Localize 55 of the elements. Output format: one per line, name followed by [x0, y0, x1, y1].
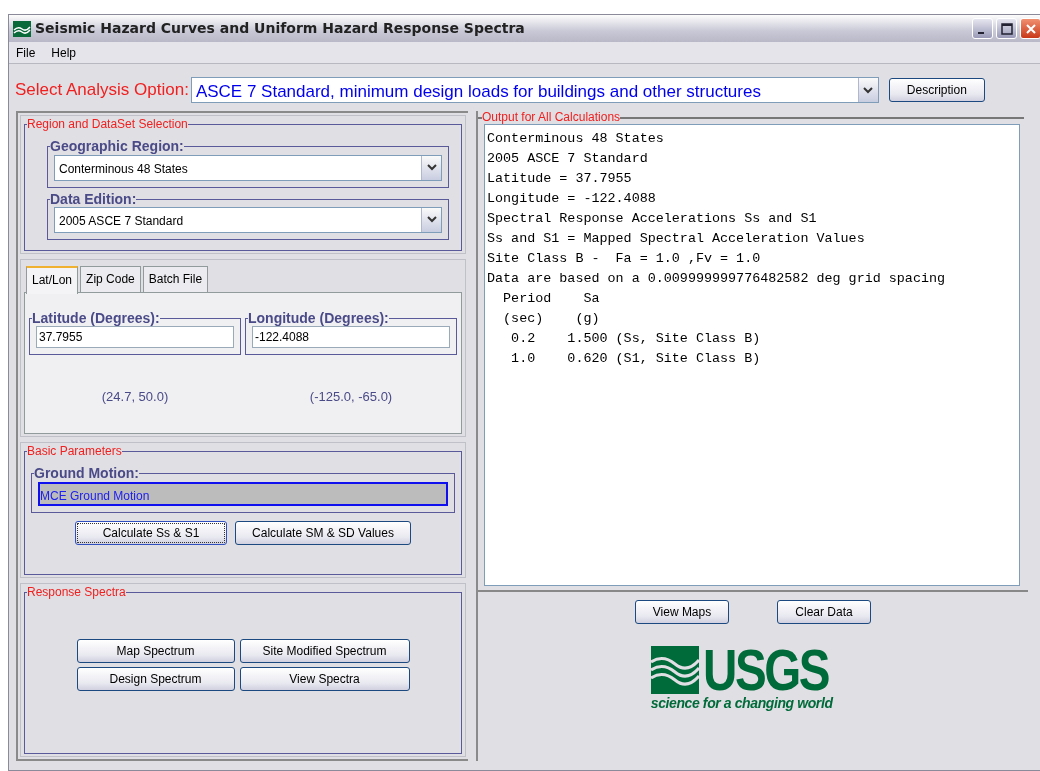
panel-title: Region and DataSet Selection	[27, 118, 188, 132]
logo-tagline: science for a changing world	[650, 694, 833, 713]
close-icon	[1024, 22, 1037, 35]
output-line: 2005 ASCE 7 Standard	[487, 150, 649, 169]
spectrum-button[interactable]: Design Spectrum	[76, 667, 235, 692]
menu-item[interactable]: File	[16, 43, 36, 62]
spectrum-button[interactable]: View Spectra	[239, 667, 410, 692]
calculate-button[interactable]: Calculate Ss & S1	[75, 520, 227, 545]
window-title: Seismic Hazard Curves and Uniform Hazard Response Spectra	[35, 19, 525, 38]
panel-title: Basic Parameters	[27, 444, 122, 459]
maximize-button[interactable]	[996, 18, 1017, 39]
range-text: (-125.0, -65.0)	[308, 388, 394, 407]
output-line: Conterminous 48 States	[487, 130, 665, 149]
output-line: Latitude = 37.7955	[487, 170, 633, 189]
logo-wordmark: USGS	[702, 646, 828, 695]
field-label: Longitude (Degrees):	[248, 310, 389, 327]
minimize-icon	[978, 31, 984, 34]
dropdown[interactable]: 2005 ASCE 7 Standard	[54, 206, 442, 233]
output-line: 1.0 0.620 (S1, Site Class B)	[510, 350, 762, 369]
ground-motion-field[interactable]: MCE Ground Motion	[38, 481, 448, 506]
field-label: Latitude (Degrees):	[32, 310, 160, 327]
output-line: (sec) (g)	[502, 310, 601, 329]
input-field[interactable]: 37.7955	[36, 326, 234, 349]
tab[interactable]: Lat/Lon	[26, 265, 79, 294]
tab[interactable]: Zip Code	[80, 265, 141, 292]
tab[interactable]: Batch File	[142, 265, 209, 292]
group-title: Ground Motion:	[34, 466, 139, 482]
output-line: Longitude = -122.4088	[487, 190, 657, 209]
calculate-button[interactable]: Calculate SM & SD Values	[235, 520, 411, 545]
action-button[interactable]: Clear Data	[777, 600, 871, 625]
maximize-icon	[1000, 22, 1013, 35]
output-line: Spectral Response Accelerations Ss and S1	[487, 210, 818, 229]
analysis-option-label: Select Analysis Option:	[15, 79, 189, 102]
field-label: Data Edition:	[50, 191, 137, 207]
input-field[interactable]: -122.4088	[252, 326, 450, 349]
description-button[interactable]: Description	[888, 78, 985, 102]
output-line: Data are based on a 0.009999999776482582 deg grid spacing	[487, 270, 947, 289]
analysis-option-dropdown[interactable]: ASCE 7 Standard, minimum design loads for buildings and other structures	[190, 77, 879, 103]
action-button[interactable]: View Maps	[635, 600, 729, 625]
wave-logo-icon	[650, 646, 699, 695]
range-text: (24.7, 50.0)	[100, 388, 170, 407]
panel-title: Output for All Calculations	[482, 111, 621, 125]
spectrum-button[interactable]: Site Modified Spectrum	[239, 639, 410, 664]
menu-item[interactable]: Help	[51, 43, 77, 62]
close-button[interactable]	[1020, 18, 1040, 39]
output-line: Site Class B - Fa = 1.0 ,Fv = 1.0	[487, 250, 762, 269]
spectrum-button[interactable]: Map Spectrum	[76, 639, 235, 664]
field-label: Geographic Region:	[50, 139, 184, 155]
panel-title: Response Spectra	[27, 585, 126, 600]
minimize-button[interactable]	[972, 18, 993, 39]
wave-logo-icon	[13, 20, 31, 37]
output-line: Ss and S1 = Mapped Spectral Acceleration Values	[487, 230, 866, 249]
dropdown[interactable]: Conterminous 48 States	[54, 154, 442, 181]
output-line: 0.2 1.500 (Ss, Site Class B)	[510, 330, 762, 349]
output-line: Period Sa	[502, 290, 601, 309]
